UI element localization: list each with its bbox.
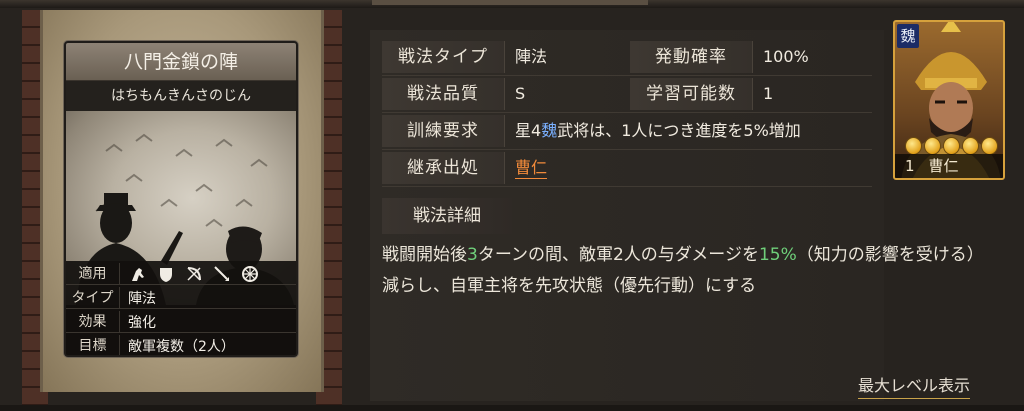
detail-label: 戦法詳細 xyxy=(382,198,512,234)
skill-card: 八門金鎖の陣 はちもんきんさのじん 適用 タイプ 陣法 効果 強化 目標 敵軍複… xyxy=(64,41,298,357)
info-value: 100% xyxy=(752,41,809,73)
info-label: 発動確率 xyxy=(630,41,752,73)
stat-row-effect: 効果 強化 xyxy=(66,311,296,333)
divider xyxy=(382,186,872,187)
detail-turns-value: 3 xyxy=(467,245,478,265)
training-requirement-text: 武将は、1人につき進度を5%増加 xyxy=(557,121,801,140)
info-value: 曹仁 xyxy=(504,152,548,184)
stat-value: 強化 xyxy=(128,314,156,331)
info-row-activation: 発動確率 100% xyxy=(630,40,809,74)
bottom-frame-bar xyxy=(0,405,1024,411)
wheel-icon xyxy=(240,265,260,283)
star-icon xyxy=(943,137,960,155)
info-row-learnable: 学習可能数 1 xyxy=(630,77,773,111)
stat-value: 敵軍複数（2人） xyxy=(128,338,235,355)
general-star-rating xyxy=(905,137,998,155)
star-icon xyxy=(981,137,998,155)
star-icon xyxy=(924,137,941,155)
general-cost: 1 xyxy=(905,157,915,175)
star-icon xyxy=(962,137,979,155)
training-stars-text: 星4 xyxy=(515,121,542,140)
stat-label: 目標 xyxy=(66,335,120,355)
info-label: 戦法品質 xyxy=(382,78,504,110)
divider xyxy=(382,149,872,150)
stat-row-applicable: 適用 xyxy=(66,263,296,285)
shield-icon xyxy=(156,265,176,283)
info-row-type: 戦法タイプ 陣法 xyxy=(382,40,628,74)
cavalry-icon xyxy=(128,265,148,283)
origin-general-link[interactable]: 曹仁 xyxy=(515,158,548,179)
general-portrait-card[interactable]: 魏 1 曹仁 xyxy=(893,20,1005,180)
max-level-button[interactable]: 最大レベル表示 xyxy=(858,372,971,399)
info-label: 継承出処 xyxy=(382,152,504,184)
top-frame-bar xyxy=(0,0,1024,8)
stat-row-target: 目標 敵軍複数（2人） xyxy=(66,335,296,355)
stat-row-type: タイプ 陣法 xyxy=(66,287,296,309)
info-row-training: 訓練要求 星4魏武将は、1人につき進度を5%増加 xyxy=(382,114,801,148)
stat-label: 適用 xyxy=(66,263,120,284)
skill-card-title: 八門金鎖の陣 xyxy=(66,43,296,81)
skill-card-stats: 適用 タイプ 陣法 効果 強化 目標 敵軍複数（2人） xyxy=(66,261,296,355)
stat-label: 効果 xyxy=(66,311,120,332)
bow-icon xyxy=(184,265,204,283)
troop-type-icons xyxy=(120,265,260,283)
detail-description: 戦闘開始後3ターンの間、敵軍2人の与ダメージを15%（知力の影響を受ける）減らし… xyxy=(382,240,982,302)
info-label: 戦法タイプ xyxy=(382,41,504,73)
detail-text-part: 戦闘開始後 xyxy=(382,245,467,265)
info-label: 訓練要求 xyxy=(382,115,504,147)
info-row-quality: 戦法品質 S xyxy=(382,77,628,111)
stat-value: 陣法 xyxy=(128,290,156,307)
info-label: 学習可能数 xyxy=(630,78,752,110)
info-row-origin: 継承出処 曹仁 xyxy=(382,151,548,185)
detail-percent-value: 15% xyxy=(758,245,797,265)
general-name-bar: 1 曹仁 xyxy=(895,154,1003,178)
divider xyxy=(382,112,872,113)
star-icon xyxy=(905,137,922,155)
divider xyxy=(382,75,872,76)
spear-icon xyxy=(212,265,232,283)
detail-text-part: ターンの間、敵軍2人の与ダメージを xyxy=(477,245,759,265)
info-value: 星4魏武将は、1人につき進度を5%増加 xyxy=(504,115,801,147)
general-name: 曹仁 xyxy=(928,157,959,175)
info-value: S xyxy=(504,78,628,110)
kingdom-badge: 魏 xyxy=(897,24,919,48)
info-value: 陣法 xyxy=(504,41,628,73)
info-value: 1 xyxy=(752,78,773,110)
stat-label: タイプ xyxy=(66,287,120,308)
training-kingdom-text: 魏 xyxy=(541,121,558,140)
skill-card-reading: はちもんきんさのじん xyxy=(66,81,296,111)
